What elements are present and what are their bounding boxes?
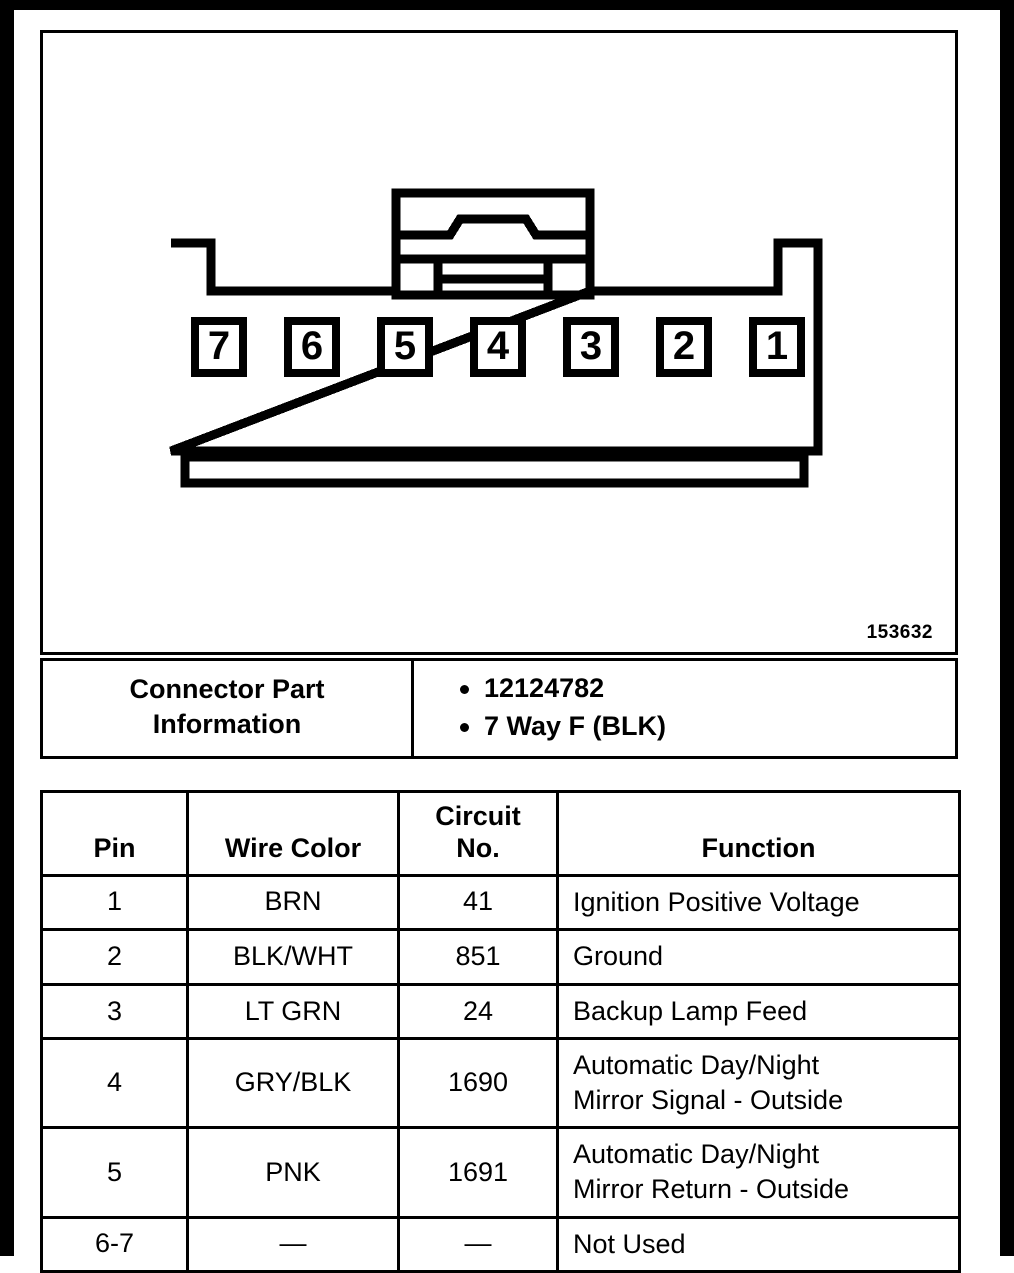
connector-illustration: 7 6 5 4 3 2 1	[169, 188, 823, 488]
cell-circuit-no: 24	[397, 982, 559, 1041]
connector-locking-tab	[391, 188, 595, 300]
column-header-wire-color: Wire Color	[186, 790, 400, 877]
table-row: 3 LT GRN 24 Backup Lamp Feed	[40, 982, 961, 1041]
pin-box-label-4: 4	[487, 324, 510, 368]
function-line-1: Ignition Positive Voltage	[573, 886, 860, 917]
connector-lower-rail	[180, 452, 809, 488]
circuit-header-line2: No.	[456, 832, 500, 863]
cell-circuit-no: 851	[397, 928, 559, 986]
circuit-header-line1: Circuit	[435, 801, 521, 831]
table-row: 1 BRN 41 Ignition Positive Voltage	[40, 873, 961, 932]
cell-function: Automatic Day/Night Mirror Return - Outs…	[556, 1126, 961, 1219]
cell-pin: 5	[40, 1126, 189, 1219]
function-line-2: Mirror Return - Outside	[573, 1174, 850, 1204]
table-row: Connector Part Information 12124782 7 Wa…	[40, 658, 958, 759]
table-row: 2 BLK/WHT 851 Ground	[40, 928, 961, 986]
cell-wire-color: BRN	[186, 873, 400, 932]
cell-circuit-no: 1690	[397, 1037, 559, 1130]
pin-box-3: 3	[563, 317, 619, 377]
cell-pin: 1	[40, 873, 189, 932]
connector-part-information-label: Connector Part Information	[40, 658, 414, 759]
table-row: 5 PNK 1691 Automatic Day/Night Mirror Re…	[40, 1126, 961, 1219]
cell-pin: 3	[40, 982, 189, 1041]
cell-circuit-no: 1691	[397, 1126, 559, 1219]
function-line-1: Ground	[573, 941, 664, 972]
cpi-label-line2: Information	[152, 709, 302, 740]
pin-box-5: 5	[377, 317, 433, 377]
cpi-value-list: 12124782 7 Way F (BLK)	[458, 669, 955, 746]
column-header-pin: Pin	[40, 790, 189, 877]
function-line-1: Automatic Day/Night	[573, 1139, 820, 1170]
connector-diagram-panel: 7 6 5 4 3 2 1 153632	[40, 30, 958, 655]
table-header-row: Pin Wire Color Circuit No. Function	[40, 790, 961, 877]
pin-box-4: 4	[470, 317, 526, 377]
cell-pin: 4	[40, 1037, 189, 1130]
cell-function: Not Used	[556, 1215, 961, 1273]
cell-circuit-no: —	[397, 1215, 559, 1273]
pin-box-6: 6	[284, 317, 340, 377]
cpi-label-line1: Connector Part	[129, 673, 325, 704]
pin-box-1: 1	[749, 317, 805, 377]
cell-function: Automatic Day/Night Mirror Signal - Outs…	[556, 1037, 961, 1130]
pin-box-7: 7	[191, 317, 247, 377]
cell-wire-color: —	[186, 1215, 400, 1273]
list-item: 7 Way F (BLK)	[460, 707, 955, 745]
sheet: 7 6 5 4 3 2 1 153632 Connector Part Info…	[40, 30, 961, 1273]
function-line-1: Automatic Day/Night	[573, 1050, 820, 1081]
connector-part-information-table: Connector Part Information 12124782 7 Wa…	[40, 658, 958, 759]
connector-part-information-values: 12124782 7 Way F (BLK)	[411, 658, 958, 759]
cell-wire-color: LT GRN	[186, 982, 400, 1041]
pin-box-label-6: 6	[301, 324, 323, 368]
cell-pin: 6-7	[40, 1215, 189, 1273]
pin-box-label-1: 1	[766, 324, 788, 368]
list-item: 12124782	[460, 669, 955, 707]
page-right-black-bar	[1000, 0, 1014, 1256]
cell-function: Ground	[556, 928, 961, 986]
cell-function: Ignition Positive Voltage	[556, 873, 961, 932]
page-left-black-bar	[0, 0, 14, 1256]
page-root: 7 6 5 4 3 2 1 153632 Connector Part Info…	[0, 0, 1014, 1273]
function-line-1: Backup Lamp Feed	[573, 995, 808, 1026]
table-row: 4 GRY/BLK 1690 Automatic Day/Night Mirro…	[40, 1037, 961, 1130]
page-top-black-bar	[0, 0, 1014, 10]
column-header-function: Function	[556, 790, 961, 877]
cell-wire-color: BLK/WHT	[186, 928, 400, 986]
cell-pin: 2	[40, 928, 189, 986]
cell-wire-color: GRY/BLK	[186, 1037, 400, 1130]
cell-function: Backup Lamp Feed	[556, 982, 961, 1041]
pin-box-label-7: 7	[208, 324, 230, 368]
pin-box-label-3: 3	[580, 324, 602, 368]
connector-pin-boxes: 7 6 5 4 3 2 1	[191, 317, 805, 377]
cell-wire-color: PNK	[186, 1126, 400, 1219]
pin-assignment-table: Pin Wire Color Circuit No. Function 1 BR…	[40, 790, 961, 1273]
table-row: 6-7 — — Not Used	[40, 1215, 961, 1273]
cell-circuit-no: 41	[397, 873, 559, 932]
figure-image-number: 153632	[866, 622, 933, 643]
pin-box-2: 2	[656, 317, 712, 377]
function-line-2: Mirror Signal - Outside	[573, 1084, 844, 1115]
column-header-circuit-no: Circuit No.	[397, 790, 559, 877]
pin-box-label-5: 5	[394, 324, 416, 368]
pin-box-label-2: 2	[673, 324, 695, 368]
